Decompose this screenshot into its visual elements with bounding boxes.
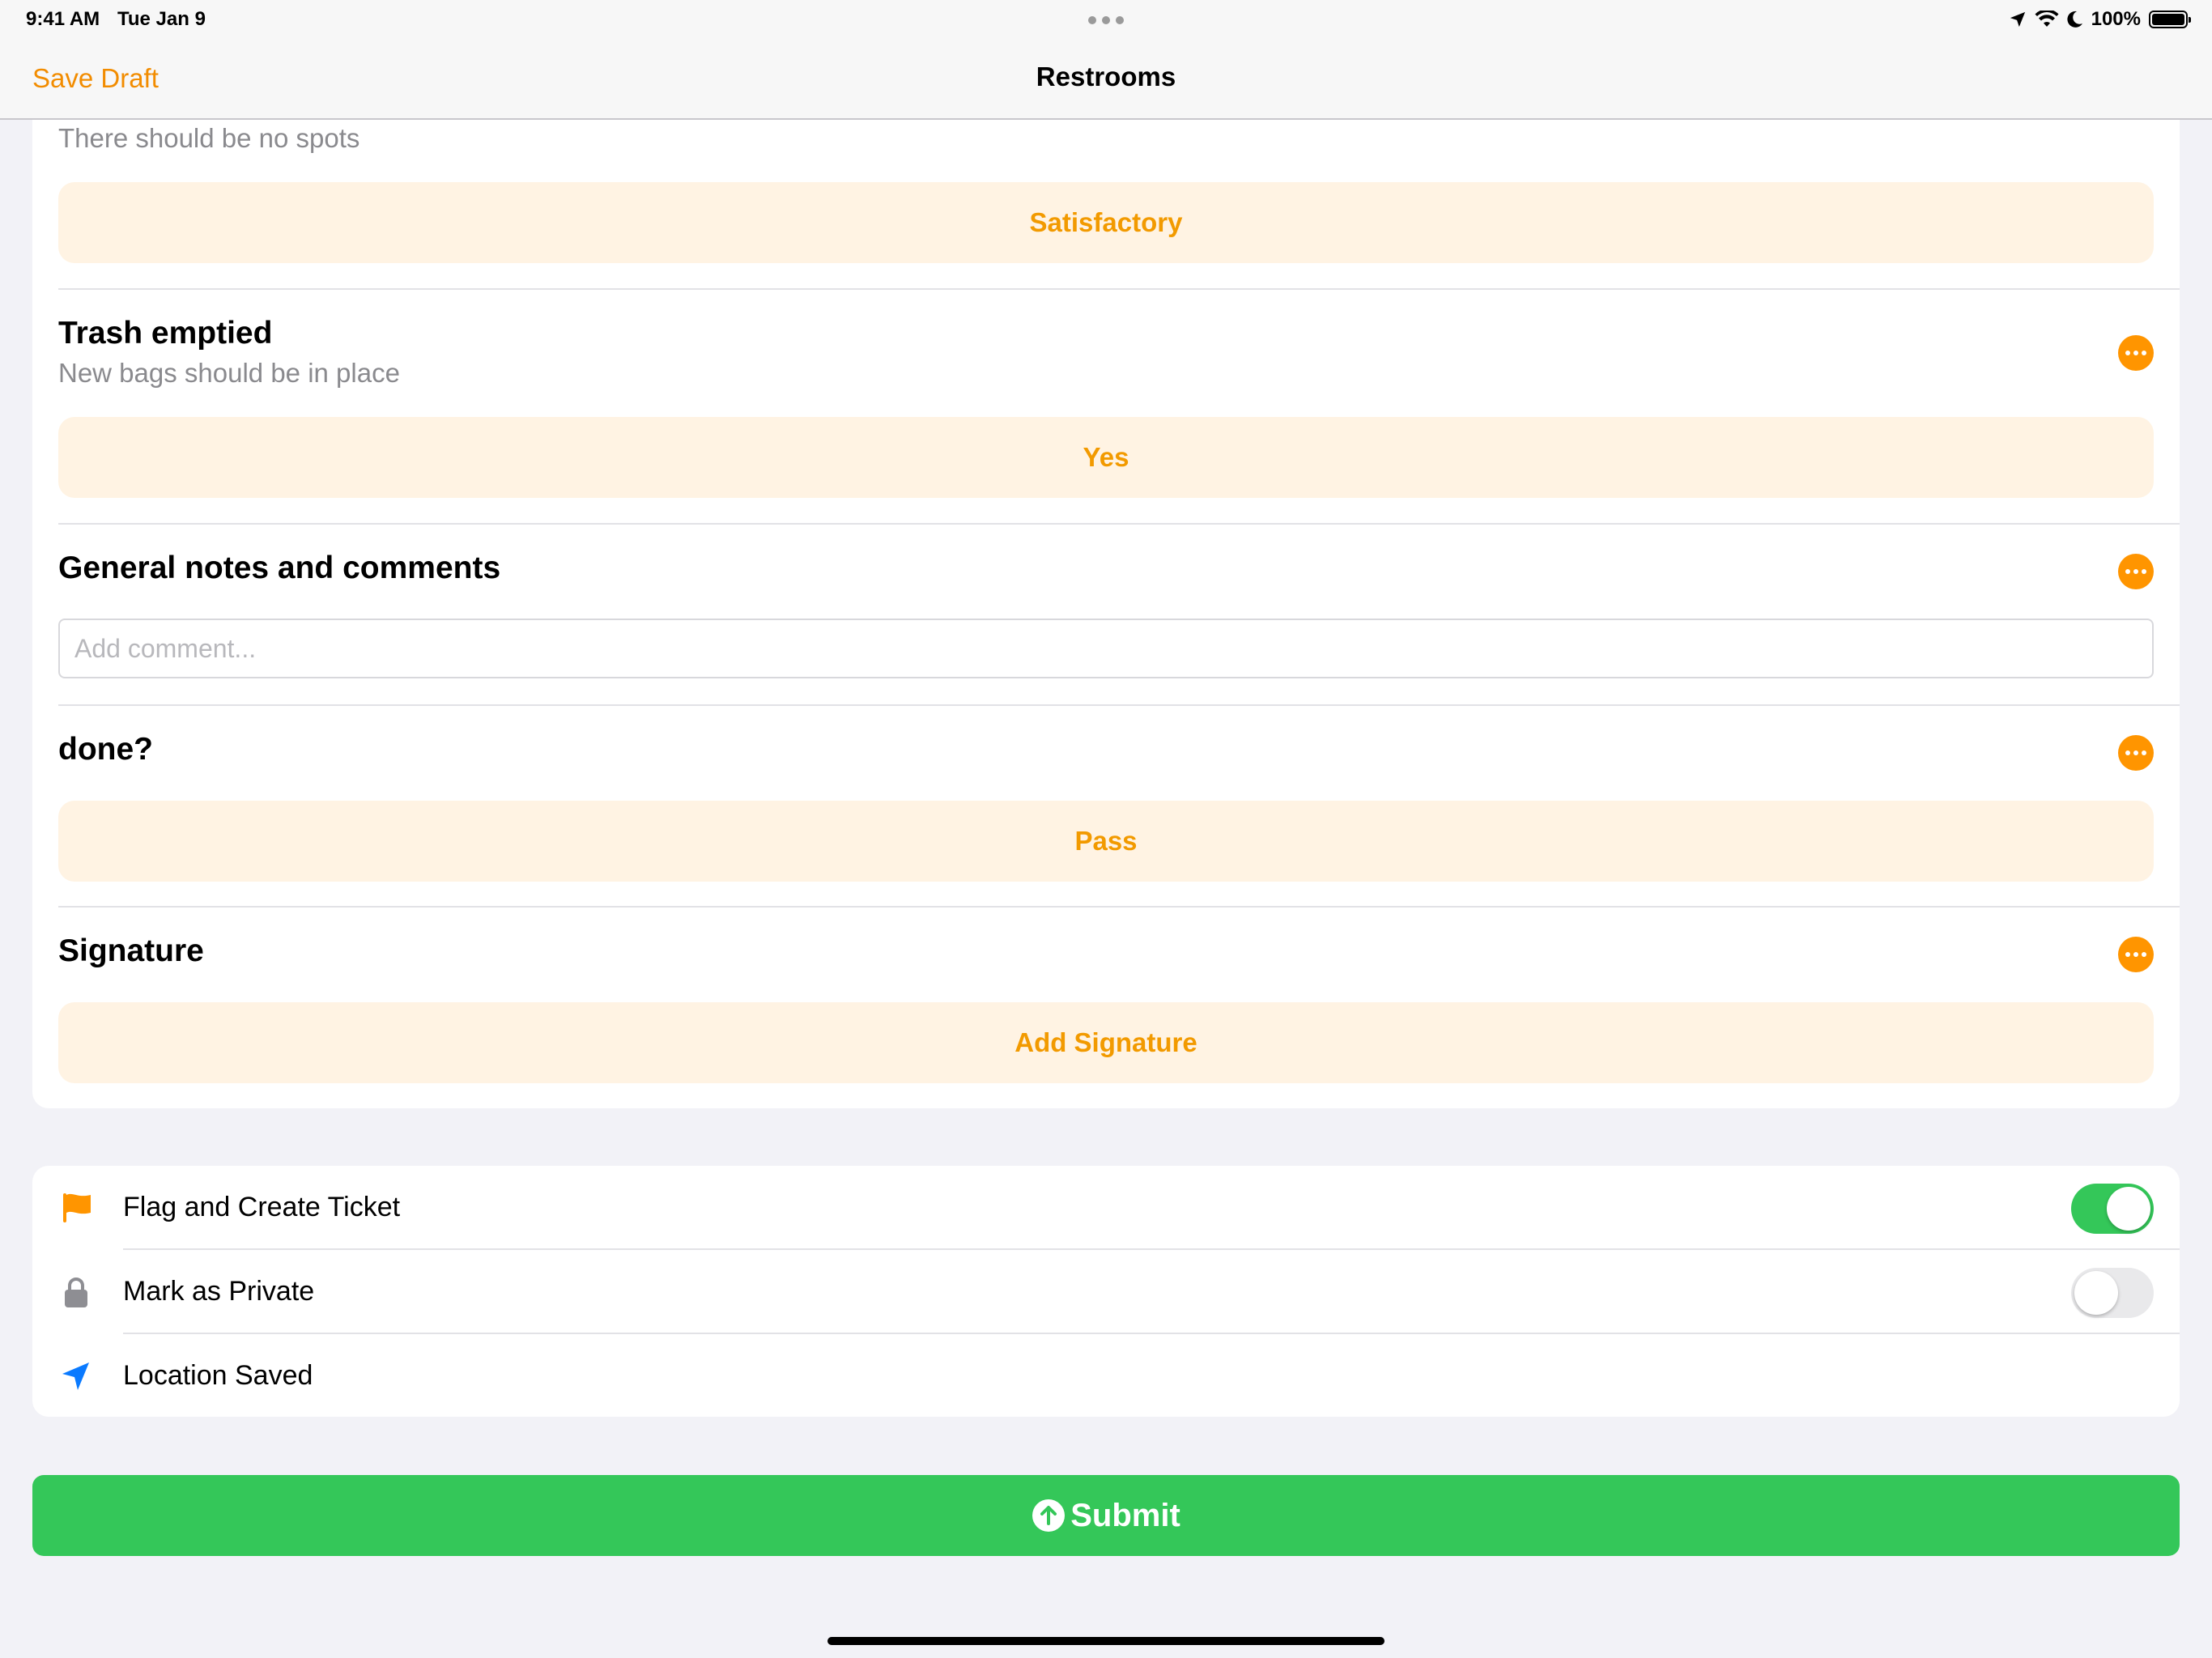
flag-ticket-toggle[interactable] [2071, 1184, 2154, 1234]
inspection-options-card: Flag and Create Ticket Mark as Private L… [32, 1166, 2180, 1417]
question-title: Signature [58, 933, 204, 968]
question-subtitle: There should be no spots [58, 123, 360, 153]
submit-button[interactable]: Submit [32, 1475, 2180, 1556]
location-saved-label: Location Saved [123, 1360, 313, 1391]
flag-ticket-label: Flag and Create Ticket [123, 1192, 401, 1222]
flag-icon [63, 1193, 91, 1222]
question-more-button[interactable] [2118, 735, 2154, 771]
add-signature-button[interactable]: Add Signature [58, 1002, 2154, 1083]
location-arrow-icon [62, 1363, 89, 1390]
divider [58, 704, 2180, 706]
home-indicator[interactable] [827, 1637, 1385, 1645]
moon-icon [2067, 11, 2082, 28]
comment-input[interactable] [58, 619, 2154, 678]
location-row: Location Saved [32, 1334, 2180, 1418]
wifi-icon [2035, 11, 2059, 27]
question-more-button[interactable] [2118, 937, 2154, 972]
lock-icon [65, 1278, 87, 1307]
mark-private-row: Mark as Private [32, 1250, 2180, 1334]
status-date: Tue Jan 9 [117, 8, 206, 30]
mark-private-label: Mark as Private [123, 1276, 315, 1307]
multitasking-dots-icon[interactable] [1088, 16, 1124, 24]
battery-percent: 100% [2091, 8, 2141, 30]
answer-button-satisfactory[interactable]: Satisfactory [58, 182, 2154, 263]
status-indicators: 100% [2009, 6, 2191, 32]
inspection-questions-card: There should be no spots Satisfactory Tr… [32, 62, 2180, 1108]
answer-button-pass[interactable]: Pass [58, 801, 2154, 882]
navigation-bar: Save Draft Restrooms [0, 39, 2212, 120]
question-more-button[interactable] [2118, 335, 2154, 371]
divider [58, 906, 2180, 908]
submit-label: Submit [1070, 1497, 1180, 1533]
battery-icon [2149, 11, 2191, 28]
status-time: 9:41 AM [26, 8, 100, 30]
question-subtitle: New bags should be in place [58, 358, 400, 388]
arrow-up-circle-icon [1032, 1499, 1066, 1532]
question-title: Trash emptied [58, 316, 273, 351]
status-bar: 9:41 AM Tue Jan 9 100% [0, 0, 2212, 39]
mark-private-toggle[interactable] [2071, 1268, 2154, 1318]
flag-ticket-row: Flag and Create Ticket [32, 1166, 2180, 1250]
page-title: Restrooms [1036, 62, 1176, 91]
answer-button-yes[interactable]: Yes [58, 417, 2154, 498]
location-arrow-icon [2010, 11, 2025, 28]
question-title: done? [58, 732, 153, 767]
question-title: General notes and comments [58, 551, 501, 585]
divider [58, 523, 2180, 525]
question-more-button[interactable] [2118, 554, 2154, 589]
divider [58, 288, 2180, 290]
